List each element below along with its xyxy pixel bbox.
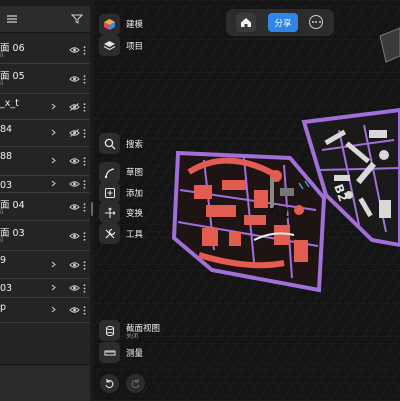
ruler-icon bbox=[104, 350, 115, 355]
home-icon bbox=[241, 18, 251, 27]
layer-row[interactable]: 84 bbox=[0, 120, 90, 147]
undo-icon bbox=[105, 379, 114, 389]
section-view-button[interactable] bbox=[99, 320, 120, 341]
eye-icon[interactable] bbox=[69, 284, 80, 292]
more-vertical-icon[interactable] bbox=[83, 284, 86, 293]
panel-bottom-bar bbox=[0, 364, 90, 401]
cube-color-icon bbox=[104, 19, 115, 30]
search-icon bbox=[104, 138, 115, 149]
layer-name: 03 bbox=[0, 283, 13, 294]
chevron-right-icon[interactable] bbox=[50, 261, 57, 268]
sprue-gate-tab bbox=[280, 188, 294, 196]
layer-row[interactable]: 88 bbox=[0, 147, 90, 176]
eye-icon[interactable] bbox=[69, 75, 80, 83]
eye-icon[interactable] bbox=[69, 261, 80, 269]
layer-row[interactable]: p bbox=[0, 298, 90, 323]
sketch-curve-icon bbox=[104, 167, 114, 178]
redo-icon bbox=[131, 379, 140, 389]
more-vertical-icon[interactable] bbox=[83, 180, 86, 189]
chevron-right-icon[interactable] bbox=[50, 306, 57, 313]
eye-icon[interactable] bbox=[69, 232, 80, 240]
hamburger-icon[interactable] bbox=[6, 14, 18, 24]
layer-name: 84 bbox=[0, 124, 13, 135]
more-vertical-icon[interactable] bbox=[83, 203, 86, 212]
eye-hidden-icon[interactable] bbox=[69, 103, 80, 111]
tools-label: 工具 bbox=[126, 230, 144, 240]
eye-icon[interactable] bbox=[69, 180, 80, 188]
layer-subtitle: ii bbox=[0, 79, 4, 87]
chevron-right-icon[interactable] bbox=[50, 180, 57, 187]
more-vertical-icon[interactable] bbox=[83, 103, 86, 112]
chevron-right-icon[interactable] bbox=[50, 157, 57, 164]
more-vertical-icon[interactable] bbox=[83, 75, 86, 84]
more-vertical-icon[interactable] bbox=[83, 306, 86, 315]
layers-icon bbox=[103, 41, 116, 51]
sketch-label: 草图 bbox=[126, 168, 144, 178]
more-vertical-icon[interactable] bbox=[83, 232, 86, 241]
layer-name: p bbox=[0, 302, 7, 313]
project-label: 项目 bbox=[126, 42, 144, 52]
3d-viewport[interactable]: A1 B2 bbox=[94, 0, 400, 400]
tools-button[interactable] bbox=[99, 223, 120, 244]
layer-list: 面 06 ii 面 05 ii _x_t 84 88 03 面 04 ii 面 03 ii 9 03 p bbox=[0, 36, 90, 323]
more-vertical-icon[interactable] bbox=[83, 157, 86, 166]
layer-row[interactable]: 面 04 ii bbox=[0, 193, 90, 221]
layer-name: _x_t bbox=[0, 98, 19, 109]
measure-label: 测量 bbox=[126, 349, 144, 359]
layer-subtitle: ii bbox=[0, 208, 4, 216]
add-label: 添加 bbox=[126, 189, 144, 199]
search-label: 搜索 bbox=[126, 140, 144, 150]
more-vertical-icon[interactable] bbox=[83, 129, 86, 138]
eye-icon[interactable] bbox=[69, 157, 80, 165]
layer-row[interactable]: 面 06 ii bbox=[0, 36, 90, 64]
layer-name: 88 bbox=[0, 151, 13, 162]
search-button[interactable] bbox=[99, 133, 120, 154]
ellipsis-icon bbox=[311, 21, 314, 23]
eye-hidden-icon[interactable] bbox=[69, 129, 80, 137]
model-mode-button[interactable] bbox=[99, 14, 120, 35]
sketch-button[interactable] bbox=[99, 162, 120, 183]
section-cylinder-icon bbox=[105, 325, 114, 336]
measure-button[interactable] bbox=[99, 342, 120, 363]
layer-row[interactable]: _x_t bbox=[0, 94, 90, 120]
layers-panel: 面 06 ii 面 05 ii _x_t 84 88 03 面 04 ii 面 03 ii 9 03 p bbox=[0, 6, 91, 401]
chevron-right-icon[interactable] bbox=[50, 284, 57, 291]
chevron-right-icon[interactable] bbox=[50, 103, 57, 110]
panel-toolbar bbox=[0, 6, 90, 33]
layer-subtitle: ii bbox=[0, 236, 4, 244]
eye-icon[interactable] bbox=[69, 203, 80, 211]
share-button[interactable]: 分享 bbox=[268, 13, 298, 32]
redo-button[interactable] bbox=[126, 374, 145, 393]
layer-name: 9 bbox=[0, 255, 7, 266]
move-arrows-icon bbox=[104, 207, 115, 218]
chevron-right-icon[interactable] bbox=[50, 129, 57, 136]
layer-subtitle: ii bbox=[0, 51, 4, 59]
more-options-button[interactable] bbox=[309, 15, 323, 29]
layer-row[interactable]: 面 05 ii bbox=[0, 64, 90, 94]
section-view-status: 关闭 bbox=[126, 333, 139, 340]
layer-row[interactable]: 03 bbox=[0, 176, 90, 193]
layer-name: 03 bbox=[0, 180, 13, 191]
transform-button[interactable] bbox=[99, 202, 120, 223]
eye-icon[interactable] bbox=[69, 46, 80, 54]
model-mode-label: 建模 bbox=[126, 20, 144, 30]
eye-icon[interactable] bbox=[69, 306, 80, 314]
filter-icon[interactable] bbox=[71, 14, 83, 24]
add-box-icon bbox=[104, 187, 115, 198]
more-vertical-icon[interactable] bbox=[83, 46, 86, 55]
layer-row[interactable]: 面 03 ii bbox=[0, 221, 90, 251]
project-button[interactable] bbox=[99, 35, 120, 56]
home-button[interactable] bbox=[236, 13, 256, 32]
add-button[interactable] bbox=[99, 182, 120, 203]
wrench-icon bbox=[105, 228, 115, 238]
viewport-canvas[interactable]: A1 B2 bbox=[94, 0, 400, 400]
undo-button[interactable] bbox=[100, 374, 119, 393]
layer-row[interactable]: 9 bbox=[0, 251, 90, 279]
more-vertical-icon[interactable] bbox=[83, 261, 86, 270]
layer-row[interactable]: 03 bbox=[0, 279, 90, 298]
transform-label: 变换 bbox=[126, 209, 144, 219]
splitter-grip[interactable] bbox=[91, 202, 93, 216]
